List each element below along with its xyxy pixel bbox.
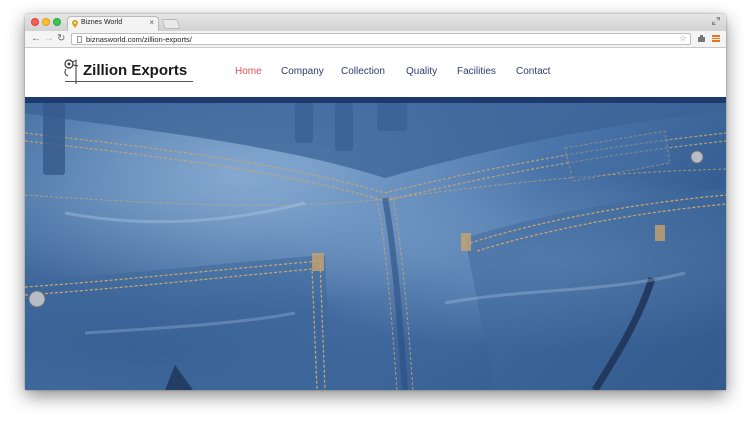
url-text[interactable]: biznasworld.com/zillion-exports/ [86, 34, 192, 45]
nav-contact[interactable]: Contact [516, 66, 550, 77]
page-icon [77, 36, 82, 43]
new-tab-button[interactable] [161, 19, 181, 29]
tab-bar: Biznes World × [25, 14, 726, 31]
hero-denim-image [25, 103, 726, 390]
nav-home[interactable]: Home [235, 66, 262, 77]
browser-window: Biznes World × ← → ↻ biznasworld.com/zil… [25, 14, 726, 390]
reload-icon[interactable]: ↻ [57, 33, 65, 45]
extension-icon[interactable] [697, 34, 706, 43]
fullscreen-icon[interactable] [712, 17, 720, 25]
denim-jeans-illustration [25, 103, 726, 390]
window-maximize-button[interactable] [53, 18, 61, 26]
browser-toolbar: ← → ↻ biznasworld.com/zillion-exports/ ☆ [25, 31, 726, 48]
logo-text[interactable]: Zillion Exports [83, 62, 187, 79]
nav-facilities[interactable]: Facilities [457, 66, 496, 77]
site-header: Zillion Exports Home Company Collection … [25, 48, 726, 97]
nav-collection[interactable]: Collection [341, 66, 385, 77]
map-pin-favicon-icon [72, 20, 78, 28]
hamburger-menu-icon[interactable] [712, 35, 720, 42]
logo-underline [65, 81, 193, 82]
back-arrow-icon[interactable]: ← [31, 33, 41, 45]
browser-tab[interactable]: Biznes World × [67, 16, 159, 31]
window-close-button[interactable] [31, 18, 39, 26]
nav-quality[interactable]: Quality [406, 66, 437, 77]
nav-company[interactable]: Company [281, 66, 324, 77]
bookmark-star-icon[interactable]: ☆ [679, 33, 687, 44]
tab-title: Biznes World [81, 19, 123, 26]
address-bar[interactable]: biznasworld.com/zillion-exports/ ☆ [71, 33, 691, 45]
window-minimize-button[interactable] [42, 18, 50, 26]
forward-arrow-icon[interactable]: → [44, 33, 54, 45]
tab-close-icon[interactable]: × [149, 18, 154, 27]
